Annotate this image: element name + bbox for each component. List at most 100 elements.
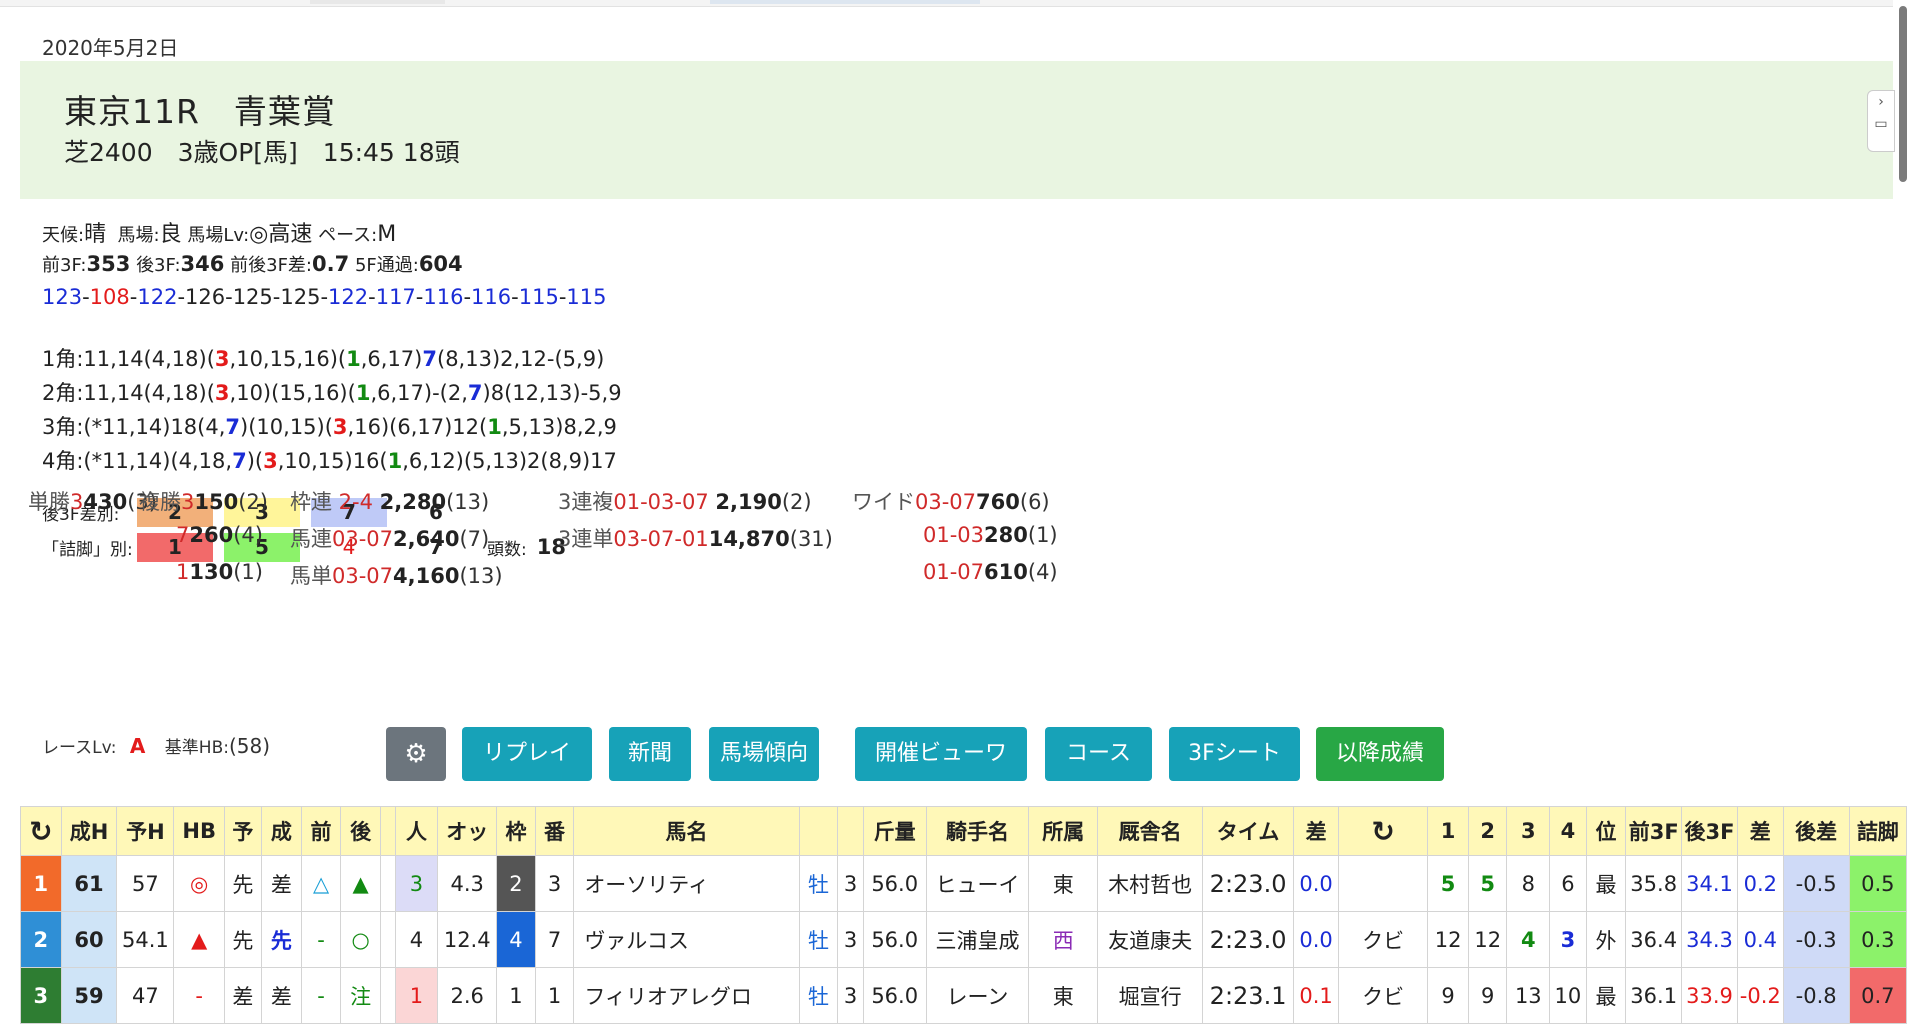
- col-header: 厩舎名: [1097, 806, 1203, 856]
- popularity: 4: [394, 911, 439, 968]
- payout-amount: 14,870: [708, 527, 790, 551]
- result-cell: 堀宣行: [1097, 967, 1203, 1024]
- result-cell: 最: [1585, 855, 1627, 912]
- results-header-row: ↻ 成H 予H HB 予成前後人オッ枠番馬名 斤量 騎手名 所属 厩舎名 タイム差 ↻ 1 2 3 4 位前3…: [20, 806, 1907, 856]
- payout-popularity: (4): [1027, 560, 1058, 584]
- col-header: [837, 806, 864, 856]
- finish-position: 2: [20, 911, 62, 968]
- payout-type: 複勝: [139, 490, 181, 514]
- col-header: 詰脚: [1848, 806, 1907, 856]
- payout-amount: 280: [984, 523, 1028, 547]
- payout-combo: 03-07: [332, 527, 394, 551]
- payout-amount: 2,280: [379, 490, 447, 514]
- col-header: 成H: [60, 806, 118, 856]
- refresh-icon[interactable]: ↻: [20, 806, 62, 856]
- result-cell: 0.5: [1848, 855, 1907, 912]
- payout-amount: 260: [189, 523, 234, 547]
- result-cell: 外: [1585, 911, 1627, 968]
- payout-fuku3: 1130(1): [176, 560, 263, 584]
- pass-text: 3角:(*11,14)18(4,: [42, 415, 226, 439]
- payout-combo: 01-03: [923, 523, 985, 547]
- lap-separator: -: [511, 285, 519, 309]
- result-cell: 56.0: [862, 855, 927, 912]
- pass-text: ,16)(6,17)12(: [347, 415, 488, 439]
- refresh-icon[interactable]: ↻: [1337, 806, 1429, 856]
- result-cell: 3: [1549, 911, 1587, 968]
- payout-amount: 430: [83, 490, 128, 514]
- lap-time: 116: [471, 285, 512, 309]
- corner-pass-line: 3角:(*11,14)18(4,7)(10,15)(3,16)(6,17)12(…: [42, 410, 622, 444]
- newspaper-button[interactable]: 新聞: [609, 727, 691, 781]
- result-cell: -0.3: [1782, 911, 1850, 968]
- track-level: ◎高速: [249, 222, 313, 247]
- payout-combo: 7: [176, 523, 190, 547]
- result-cell: 5: [1427, 855, 1469, 912]
- 3f-sheet-button[interactable]: 3Fシート: [1169, 727, 1300, 781]
- pass-text: ,5,13)8,2,9: [501, 415, 617, 439]
- table-row[interactable]: 2 60 54.1 ▲ 先先 - ○ 4 12.4 4 7 ヴァルコス牡 3 56.0 三浦皇成西友道康夫 2…: [20, 911, 1907, 968]
- payout-combo: 3: [70, 490, 84, 514]
- lap-separator: -: [82, 285, 90, 309]
- payout-amount: 150: [194, 490, 239, 514]
- result-cell: レーン: [925, 967, 1030, 1024]
- payout-type: 馬連: [290, 527, 332, 551]
- payout-type: ワイド: [852, 490, 915, 514]
- lap-separator: -: [320, 285, 329, 309]
- col-header: [798, 806, 839, 856]
- table-row[interactable]: 1 61 57 ◎ 先差 △ ▲ 3 4.3 2 3 オーソリティ牡 3 56.0 ヒューイ東木村哲也 2:2…: [20, 855, 1907, 912]
- top-tab-active[interactable]: [710, 0, 980, 4]
- scrollbar-thumb[interactable]: [1899, 6, 1907, 182]
- col-header: オッ: [437, 806, 498, 856]
- replay-button[interactable]: リプレイ: [462, 727, 592, 781]
- highlight-horse: 7: [232, 449, 247, 473]
- gear-icon[interactable]: ⚙: [386, 727, 446, 781]
- top-tab[interactable]: [310, 0, 445, 4]
- result-cell: 1: [534, 967, 575, 1024]
- meeting-viewer-button[interactable]: 開催ビューワ: [855, 727, 1027, 781]
- lap-time: 123: [42, 285, 83, 309]
- highlight-horse: 1: [487, 415, 502, 439]
- result-cell: 12.4: [437, 911, 498, 968]
- payout-popularity: (1): [1027, 523, 1058, 547]
- later-results-button[interactable]: 以降成績: [1316, 727, 1444, 781]
- result-cell: -: [301, 911, 341, 968]
- popularity: 3: [394, 855, 439, 912]
- lap-times: 123-108-122-126-125-125-122-117-116-116-…: [42, 285, 606, 309]
- payout-popularity: (6): [1019, 490, 1050, 514]
- col-header: 前: [301, 806, 341, 856]
- col-header: 前3F: [1625, 806, 1683, 856]
- result-cell: -0.8: [1782, 967, 1850, 1024]
- table-row[interactable]: 3 59 47- 差差 - 注 1 2.6 1 1 フィリオアレグロ牡 3 56.0 レーン東堀宣行 2:2…: [20, 967, 1907, 1024]
- result-cell: 東: [1028, 855, 1099, 912]
- col-header: 騎手名: [925, 806, 1030, 856]
- lap-time: 115: [566, 285, 607, 309]
- result-cell: 54.1: [116, 911, 175, 968]
- course-button[interactable]: コース: [1045, 727, 1152, 781]
- pass-text: )(10,15)(: [240, 415, 333, 439]
- col-header: 所属: [1028, 806, 1099, 856]
- pass-text: ,10,15)16(: [277, 449, 388, 473]
- result-cell: 36.1: [1625, 967, 1683, 1024]
- result-cell: 5: [1467, 855, 1508, 912]
- side-panel-toggle[interactable]: › ▭: [1867, 90, 1895, 152]
- horse-name-link[interactable]: オーソリティ: [573, 855, 800, 912]
- col-header: 斤量: [862, 806, 927, 856]
- result-cell: 13: [1506, 967, 1551, 1024]
- payout-combo: 3: [181, 490, 195, 514]
- seiseki-h: 59: [60, 967, 118, 1024]
- horse-name-link[interactable]: ヴァルコス: [573, 911, 800, 968]
- track-trend-button[interactable]: 馬場傾向: [709, 727, 819, 781]
- lap-time: 115: [518, 285, 559, 309]
- result-cell: [380, 911, 396, 968]
- rank-label: 「詰脚」別:: [42, 539, 133, 560]
- horse-name-link[interactable]: フィリオアレグロ: [573, 967, 800, 1024]
- result-cell: 先: [224, 855, 262, 912]
- corner-pass-line: 4角:(*11,14)(4,18,7)(3,10,15)16(1,6,12)(5…: [42, 444, 622, 478]
- payout-combo: 03-07: [915, 490, 977, 514]
- result-cell: クビ: [1337, 911, 1429, 968]
- payout-combo: 03-07-01: [613, 527, 709, 551]
- payout-sanfuku: 3連複01-03-07 2,190(2): [558, 486, 812, 516]
- col-header: 後3F: [1681, 806, 1738, 856]
- track-condition: 良: [159, 222, 182, 247]
- lap-time: 126: [185, 285, 226, 309]
